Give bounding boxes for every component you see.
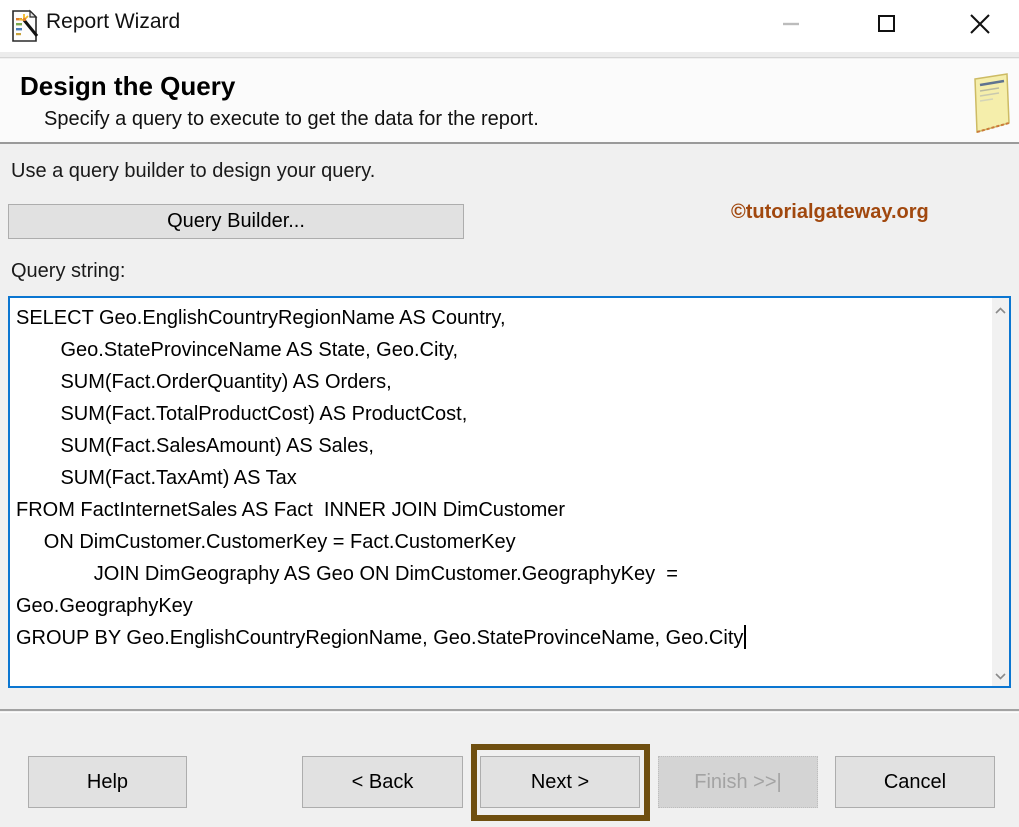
- cancel-button[interactable]: Cancel: [835, 756, 995, 808]
- window-title: Report Wizard: [46, 10, 180, 34]
- query-builder-button[interactable]: Query Builder...: [8, 204, 464, 239]
- titlebar-divider: [0, 52, 1019, 58]
- titlebar: Report Wizard: [0, 0, 1019, 52]
- maximize-button[interactable]: [864, 6, 910, 44]
- text-cursor: [744, 625, 746, 649]
- query-text-content: SELECT Geo.EnglishCountryRegionName AS C…: [16, 307, 743, 649]
- query-string-label: Query string:: [11, 260, 125, 283]
- close-icon: [968, 12, 992, 39]
- wizard-header: Design the Query Specify a query to exec…: [0, 59, 1019, 144]
- close-button[interactable]: [957, 6, 1003, 44]
- instruction-text: Use a query builder to design your query…: [11, 160, 375, 183]
- help-button[interactable]: Help: [28, 756, 187, 808]
- vertical-scrollbar[interactable]: [992, 298, 1009, 686]
- chevron-up-icon: [995, 302, 1006, 317]
- page-title: Design the Query: [20, 71, 235, 102]
- back-button[interactable]: < Back: [302, 756, 463, 808]
- chevron-down-icon: [995, 668, 1006, 683]
- next-button[interactable]: Next >: [480, 756, 640, 808]
- footer-divider: [0, 709, 1019, 713]
- report-wizard-window: Report Wizard Design the Query Specify a…: [0, 0, 1019, 827]
- document-icon: [963, 71, 1013, 137]
- page-subtitle: Specify a query to execute to get the da…: [44, 108, 539, 131]
- report-wizard-app-icon: [8, 9, 40, 43]
- watermark-text: ©tutorialgateway.org: [731, 201, 929, 224]
- finish-button[interactable]: Finish >>|: [658, 756, 818, 808]
- query-string-textarea[interactable]: SELECT Geo.EnglishCountryRegionName AS C…: [8, 296, 1011, 688]
- maximize-icon: [876, 13, 898, 38]
- scroll-up-button[interactable]: [992, 300, 1009, 318]
- query-text: SELECT Geo.EnglishCountryRegionName AS C…: [10, 298, 991, 686]
- scroll-down-button[interactable]: [992, 666, 1009, 684]
- minimize-icon: [781, 14, 801, 37]
- minimize-button[interactable]: [768, 6, 814, 44]
